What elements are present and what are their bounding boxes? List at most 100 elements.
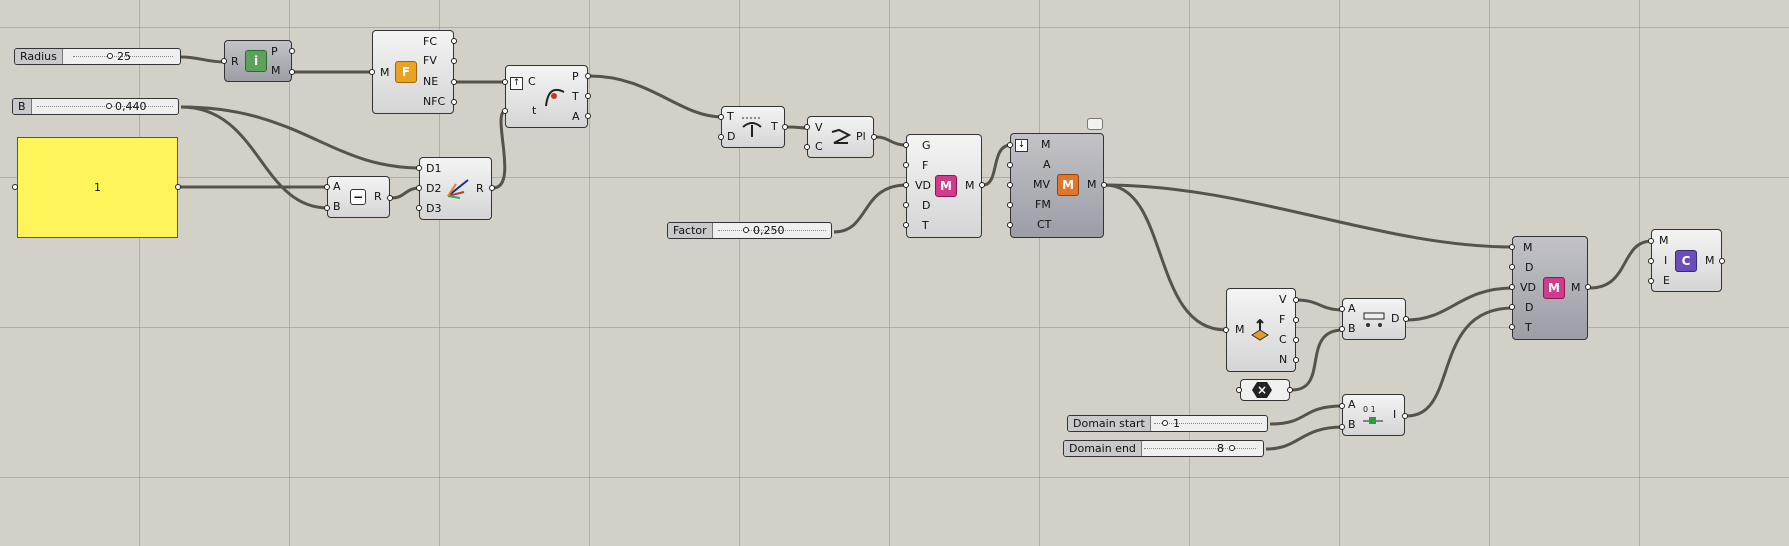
- port-label-d: D: [1391, 312, 1400, 325]
- input-port[interactable]: [804, 144, 810, 150]
- output-port[interactable]: [1402, 413, 1408, 419]
- radius-slider[interactable]: Radius 25: [14, 48, 181, 65]
- output-port[interactable]: [1287, 387, 1293, 393]
- output-port[interactable]: [1101, 182, 1107, 188]
- input-port[interactable]: [1509, 304, 1515, 310]
- output-port[interactable]: [387, 195, 393, 201]
- output-port[interactable]: [289, 69, 295, 75]
- domain-start-slider[interactable]: Domain start 1: [1067, 415, 1268, 432]
- slider-knob[interactable]: [1162, 420, 1168, 426]
- output-port[interactable]: [1403, 316, 1409, 322]
- output-port[interactable]: [489, 185, 495, 191]
- output-port[interactable]: [1719, 258, 1725, 264]
- input-port[interactable]: [1007, 162, 1013, 168]
- output-port[interactable]: [1293, 357, 1299, 363]
- input-port[interactable]: [1236, 387, 1242, 393]
- evaluate-curve-component[interactable]: ↑ C t P T A: [505, 65, 588, 128]
- input-port[interactable]: [416, 185, 422, 191]
- input-port[interactable]: [903, 162, 909, 168]
- input-port[interactable]: [1007, 182, 1013, 188]
- port-label-r: R: [476, 182, 484, 195]
- output-port[interactable]: [1293, 297, 1299, 303]
- subtraction-component[interactable]: A B − R: [327, 176, 390, 218]
- platonic-component[interactable]: R i P M: [224, 40, 292, 82]
- input-port[interactable]: [324, 184, 330, 190]
- wire-combine-meshmap2: [1104, 183, 1514, 249]
- output-port[interactable]: [1293, 337, 1299, 343]
- faces-component[interactable]: M F FC FV NE NFC: [372, 30, 454, 114]
- input-port[interactable]: [1509, 264, 1515, 270]
- output-port[interactable]: [871, 134, 877, 140]
- input-port[interactable]: [804, 124, 810, 130]
- input-port[interactable]: [1509, 244, 1515, 250]
- input-port[interactable]: [1339, 403, 1345, 409]
- output-port[interactable]: [1585, 284, 1591, 290]
- input-port[interactable]: [502, 108, 508, 114]
- slider-knob[interactable]: [1229, 445, 1235, 451]
- mesh-transform-component-2[interactable]: M D VD D T M M: [1512, 236, 1588, 340]
- input-port[interactable]: [903, 222, 909, 228]
- mesh-transform-component[interactable]: G F VD D T M M: [906, 134, 982, 238]
- output-port[interactable]: [782, 124, 788, 130]
- mesh-color-component[interactable]: M I E C M: [1651, 229, 1722, 292]
- output-port[interactable]: [585, 113, 591, 119]
- polyline-component[interactable]: V C Pl: [807, 116, 874, 158]
- preview-toggle-icon[interactable]: ↑: [510, 77, 523, 90]
- flatten-toggle-icon[interactable]: ↓: [1015, 139, 1028, 152]
- input-port[interactable]: [502, 79, 508, 85]
- input-port[interactable]: [1007, 222, 1013, 228]
- input-port[interactable]: [903, 202, 909, 208]
- domain-end-slider[interactable]: Domain end 8: [1063, 440, 1264, 457]
- output-port[interactable]: [585, 73, 591, 79]
- input-port[interactable]: [903, 142, 909, 148]
- distance-component[interactable]: A B D: [1342, 298, 1406, 340]
- panel-output-port[interactable]: [175, 184, 181, 190]
- slider-knob[interactable]: [107, 53, 113, 59]
- input-port[interactable]: [1648, 258, 1654, 264]
- output-port[interactable]: [451, 79, 457, 85]
- input-port[interactable]: [416, 165, 422, 171]
- output-port[interactable]: [979, 182, 985, 188]
- face-split-icon: F: [395, 61, 417, 83]
- output-port[interactable]: [451, 99, 457, 105]
- port-label-m: M: [1659, 234, 1669, 247]
- input-port[interactable]: [1339, 306, 1345, 312]
- input-port[interactable]: [1223, 327, 1229, 333]
- panel-input-port[interactable]: [12, 184, 18, 190]
- input-port[interactable]: [416, 205, 422, 211]
- factor-slider[interactable]: Factor 0,250: [667, 222, 832, 239]
- input-port[interactable]: [903, 182, 909, 188]
- input-port[interactable]: [1007, 202, 1013, 208]
- series-component[interactable]: A B 0 1 I: [1342, 394, 1405, 436]
- output-port[interactable]: [451, 58, 457, 64]
- input-port[interactable]: [1509, 324, 1515, 330]
- input-port[interactable]: [718, 114, 724, 120]
- input-port[interactable]: [324, 205, 330, 211]
- port-label-fc: FC: [423, 35, 438, 48]
- input-port[interactable]: [718, 134, 724, 140]
- input-port[interactable]: [1007, 142, 1013, 148]
- input-port[interactable]: [221, 58, 227, 64]
- input-port[interactable]: [1648, 238, 1654, 244]
- project-component[interactable]: T D T: [721, 106, 785, 148]
- deconstruct-mesh-component[interactable]: M V F C N: [1226, 288, 1296, 372]
- negate-component[interactable]: ×: [1240, 379, 1290, 401]
- output-port[interactable]: [1293, 317, 1299, 323]
- output-port[interactable]: [451, 38, 457, 44]
- input-port[interactable]: [369, 69, 375, 75]
- slider-knob[interactable]: [743, 227, 749, 233]
- vector-component[interactable]: D1 D2 D3 R: [419, 157, 492, 220]
- slider-knob[interactable]: [106, 103, 112, 109]
- panel[interactable]: 1: [17, 137, 178, 238]
- mesh-combine-component[interactable]: ↓ M A MV FM CT M M: [1010, 133, 1104, 238]
- input-port[interactable]: [1339, 326, 1345, 332]
- input-port[interactable]: [1339, 424, 1345, 430]
- output-port[interactable]: [585, 93, 591, 99]
- icosahedron-icon: i: [245, 50, 267, 72]
- mesh-color-icon: C: [1675, 250, 1697, 272]
- b-slider[interactable]: B 0,440: [12, 98, 179, 115]
- output-port[interactable]: [289, 48, 295, 54]
- input-port[interactable]: [1648, 278, 1654, 284]
- input-port[interactable]: [1509, 284, 1515, 290]
- port-label-fm: FM: [1035, 198, 1051, 211]
